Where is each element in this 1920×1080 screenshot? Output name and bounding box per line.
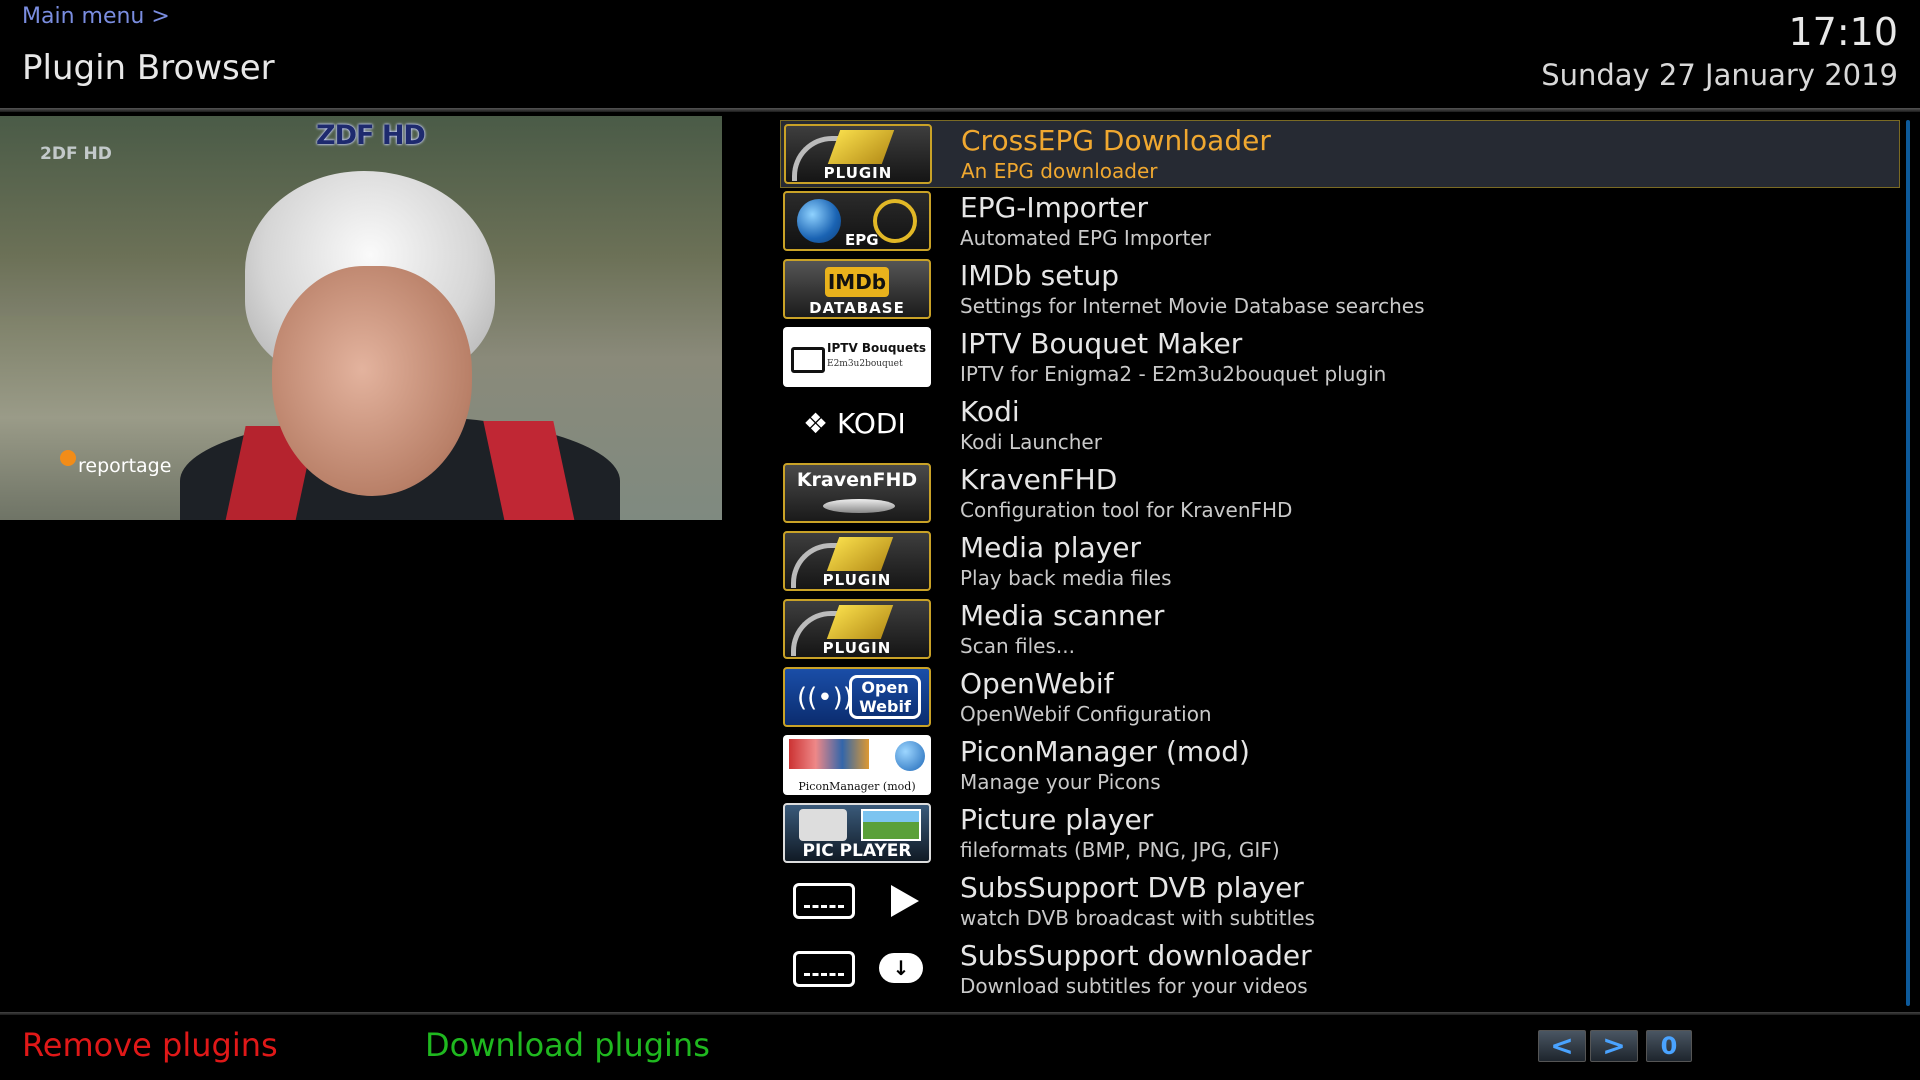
plugin-description: An EPG downloader xyxy=(961,159,1158,183)
plugin-name: CrossEPG Downloader xyxy=(961,124,1271,157)
subtitle-download-icon: ↓ xyxy=(783,939,931,999)
icon-label: ❖ KODI xyxy=(803,407,906,440)
plugin-description: Configuration tool for KravenFHD xyxy=(960,498,1293,522)
plugin-description: watch DVB broadcast with subtitles xyxy=(960,906,1315,930)
piconmanager-icon: PiconManager (mod) xyxy=(783,735,931,795)
plugin-icon: PLUGIN xyxy=(783,531,931,591)
plugin-name: SubsSupport DVB player xyxy=(960,871,1304,904)
plugin-description: Kodi Launcher xyxy=(960,430,1102,454)
plugin-row[interactable]: PLUGIN Media player Play back media files xyxy=(780,528,1900,596)
icon-label: KravenFHD xyxy=(796,469,918,491)
footer-divider xyxy=(0,1012,1920,1015)
plugin-name: IPTV Bouquet Maker xyxy=(960,327,1243,360)
plugin-name: EPG-Importer xyxy=(960,191,1149,224)
previous-page-button[interactable]: < xyxy=(1538,1030,1586,1062)
channel-name: ZDF HD xyxy=(316,120,426,151)
plugin-description: Manage your Picons xyxy=(960,770,1161,794)
program-logo-icon xyxy=(60,450,76,466)
date-display: Sunday 27 January 2019 xyxy=(1541,58,1898,92)
icon-label: PLUGIN xyxy=(823,164,893,182)
plugin-row[interactable]: KravenFHD KravenFHD Configuration tool for… xyxy=(780,460,1900,528)
plugin-row[interactable]: SubsSupport DVB player watch DVB broadcas… xyxy=(780,868,1900,936)
plugin-description: Scan files... xyxy=(960,634,1075,658)
page-title: Plugin Browser xyxy=(22,48,275,88)
header-divider xyxy=(0,108,1920,112)
plugin-name: Media player xyxy=(960,531,1142,564)
plugin-description: Settings for Internet Movie Database sea… xyxy=(960,294,1425,318)
clock: 17:10 xyxy=(1788,10,1898,54)
plugin-row[interactable]: ❖ KODI Kodi Kodi Launcher xyxy=(780,392,1900,460)
plugin-name: KravenFHD xyxy=(960,463,1118,496)
icon-label: PiconManager (mod) xyxy=(798,780,916,793)
next-page-button[interactable]: > xyxy=(1590,1030,1638,1062)
person-face xyxy=(272,266,472,496)
plugin-name: Picture player xyxy=(960,803,1154,836)
page-number: 0 xyxy=(1646,1030,1692,1062)
scrollbar[interactable] xyxy=(1906,120,1910,1006)
plugin-row[interactable]: ((•)) Open Webif OpenWebif OpenWebif Config… xyxy=(780,664,1900,732)
plugin-name: IMDb setup xyxy=(960,259,1119,292)
icon-label: EPG xyxy=(845,231,879,249)
subtitle-play-icon xyxy=(783,871,931,931)
plugin-row[interactable]: PLUGIN CrossEPG Downloader An EPG download… xyxy=(780,120,1900,188)
plugin-row[interactable]: ↓ SubsSupport downloader Download subtitle… xyxy=(780,936,1900,1004)
icon-label: IPTV Bouquets xyxy=(827,341,926,355)
breadcrumb[interactable]: Main menu > xyxy=(22,4,170,29)
plugin-row[interactable]: IPTV Bouquets E2m3u2bouquet IPTV Bouquet M… xyxy=(780,324,1900,392)
plugin-description: Download subtitles for your videos xyxy=(960,974,1308,998)
iptv-icon: IPTV Bouquets E2m3u2bouquet xyxy=(783,327,931,387)
kodi-icon: ❖ KODI xyxy=(783,395,931,455)
plugin-description: Automated EPG Importer xyxy=(960,226,1211,250)
plugin-description: Play back media files xyxy=(960,566,1172,590)
icon-label: PIC PLAYER xyxy=(802,841,912,861)
plugin-row[interactable]: IMDb DATABASE IMDb setup Settings for Inter… xyxy=(780,256,1900,324)
remove-plugins-button[interactable]: Remove plugins xyxy=(22,1026,278,1064)
plugin-row[interactable]: EPG EPG-Importer Automated EPG Importer xyxy=(780,188,1900,256)
plugin-name: PiconManager (mod) xyxy=(960,735,1250,768)
icon-label: DATABASE xyxy=(809,299,905,317)
plugin-icon: PLUGIN xyxy=(784,124,932,184)
program-logo-text: reportage xyxy=(78,455,172,477)
icon-sublabel: E2m3u2bouquet xyxy=(827,359,903,369)
plugin-description: IPTV for Enigma2 - E2m3u2bouquet plugin xyxy=(960,362,1387,386)
plugin-description: OpenWebif Configuration xyxy=(960,702,1212,726)
plugin-name: OpenWebif xyxy=(960,667,1114,700)
tv-preview: ZDF HD 2DF HD reportage xyxy=(0,116,722,520)
icon-label: PLUGIN xyxy=(822,571,892,589)
imdb-icon: IMDb DATABASE xyxy=(783,259,931,319)
plugin-list[interactable]: PLUGIN CrossEPG Downloader An EPG download… xyxy=(780,120,1900,1004)
plugin-row[interactable]: PIC PLAYER Picture player fileformats (BMP… xyxy=(780,800,1900,868)
icon-label: Open Webif xyxy=(849,675,921,719)
plugin-name: Media scanner xyxy=(960,599,1165,632)
plugin-name: Kodi xyxy=(960,395,1020,428)
openwebif-icon: ((•)) Open Webif xyxy=(783,667,931,727)
picplayer-icon: PIC PLAYER xyxy=(783,803,931,863)
kravenfhd-icon: KravenFHD xyxy=(783,463,931,523)
imdb-badge: IMDb xyxy=(825,267,889,297)
plugin-icon: PLUGIN xyxy=(783,599,931,659)
epg-icon: EPG xyxy=(783,191,931,251)
plugin-description: fileformats (BMP, PNG, JPG, GIF) xyxy=(960,838,1280,862)
icon-label: PLUGIN xyxy=(822,639,892,657)
channel-logo: 2DF HD xyxy=(40,144,112,164)
plugin-name: SubsSupport downloader xyxy=(960,939,1312,972)
program-logo: reportage xyxy=(60,450,171,477)
plugin-row[interactable]: PLUGIN Media scanner Scan files... xyxy=(780,596,1900,664)
download-plugins-button[interactable]: Download plugins xyxy=(425,1026,710,1064)
plugin-row[interactable]: PiconManager (mod) PiconManager (mod) Mana… xyxy=(780,732,1900,800)
